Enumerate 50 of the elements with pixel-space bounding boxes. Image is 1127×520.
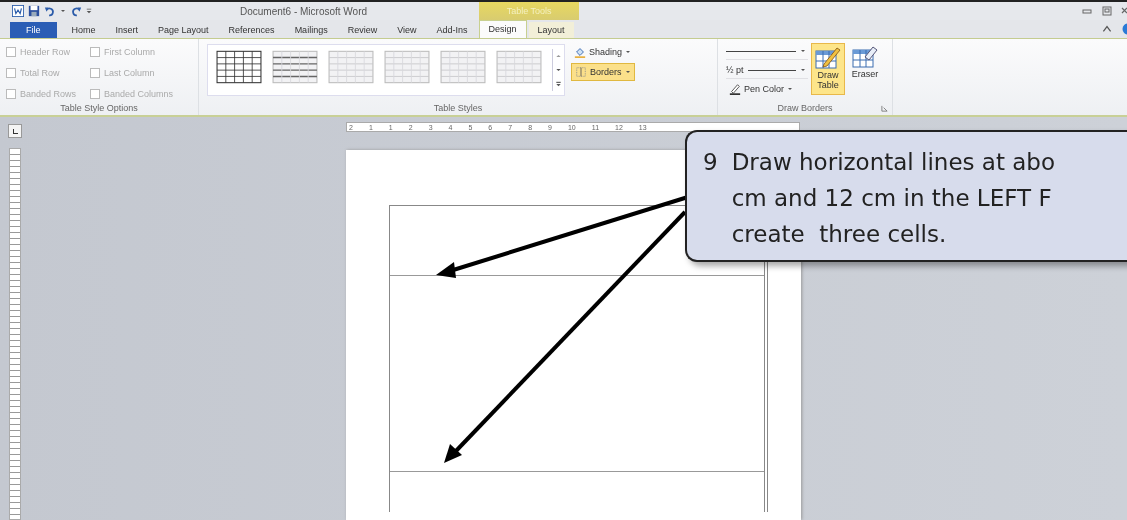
customize-menu-icon[interactable] (86, 7, 92, 15)
step-number: 9 (703, 148, 718, 177)
callout-text: Draw horizontal lines at abo cm and 12 cm in the LEFT F create three cells. (731, 148, 1056, 249)
table-style-thumbnail-icon[interactable] (440, 49, 486, 85)
borders-button[interactable]: Borders (571, 63, 635, 81)
ribbon-tab[interactable]: Layout (528, 22, 574, 38)
table-pencil-icon (815, 46, 841, 70)
paint-bucket-icon (574, 46, 586, 58)
help-icon[interactable] (1121, 23, 1127, 35)
context-tab-group-label: Table Tools (479, 2, 580, 20)
table-style-thumbnail-icon[interactable] (216, 49, 262, 85)
restore-icon[interactable] (1101, 5, 1113, 17)
table-eraser-icon (852, 45, 878, 69)
borders-icon (575, 66, 587, 78)
ribbon-button[interactable]: Draw Table (811, 43, 845, 95)
word-logo-icon[interactable] (12, 5, 24, 17)
pen-color-button[interactable]: Pen Color (726, 81, 808, 97)
table-style-thumbnail-icon[interactable] (272, 49, 318, 85)
tab-selector-button[interactable] (8, 124, 22, 138)
table-style-thumbnail-icon[interactable] (384, 49, 430, 85)
pen-icon (729, 83, 741, 95)
ribbon-tab[interactable]: Insert (106, 22, 148, 38)
caret-icon (625, 49, 632, 55)
dialog-launcher-icon[interactable] (881, 105, 888, 112)
ribbon-tab[interactable]: Review (338, 22, 387, 38)
caret-icon (800, 48, 806, 54)
ribbon-tab[interactable]: Add-Ins (427, 22, 477, 38)
undo-icon[interactable] (44, 5, 56, 17)
ribbon-tab[interactable]: File (10, 22, 57, 38)
ribbon-tab[interactable]: Page Layout (149, 22, 218, 38)
ribbon-tab[interactable]: View (388, 22, 426, 38)
table-style-thumbnail-icon[interactable] (328, 49, 374, 85)
ribbon-tab[interactable]: References (219, 22, 284, 38)
save-icon[interactable] (28, 5, 40, 17)
ribbon-tab[interactable]: Home (62, 22, 105, 38)
caret-icon[interactable] (60, 7, 66, 15)
line-weight-dropdown[interactable]: ½ pt (726, 62, 808, 79)
caret-icon (800, 67, 806, 73)
group-label: Draw Borders (777, 102, 833, 115)
caret-icon (787, 86, 794, 92)
redo-icon[interactable] (70, 5, 82, 17)
ribbon-tab[interactable]: Design (478, 20, 527, 38)
ribbon-tab[interactable]: Mailings (285, 22, 337, 38)
shading-button[interactable]: Shading (571, 44, 635, 60)
table-style-thumbnail-icon[interactable] (496, 49, 542, 85)
group-label: Table Styles (432, 102, 484, 115)
window-title: Document6 - Microsoft Word (240, 5, 368, 17)
ribbon-button[interactable]: Eraser (848, 43, 882, 95)
group-label: Table Style Options (59, 102, 139, 115)
caret-icon (624, 69, 631, 75)
